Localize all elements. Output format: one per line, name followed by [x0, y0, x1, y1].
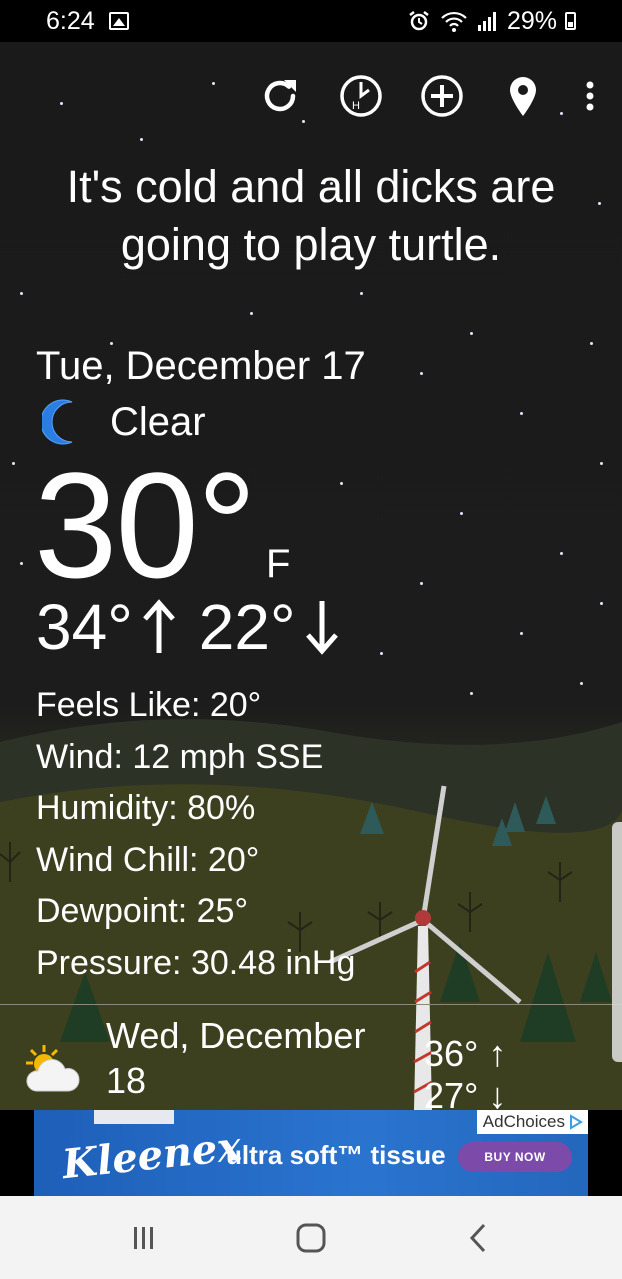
- forecast-date-line2: 18: [106, 1060, 147, 1101]
- system-nav-bar: [0, 1196, 622, 1279]
- dewpoint: Dewpoint: 25°: [36, 892, 249, 930]
- arrow-down-icon: [305, 601, 338, 655]
- buy-now-button[interactable]: BUY NOW: [458, 1142, 572, 1172]
- adchoices-label: AdChoices: [482, 1112, 565, 1131]
- forecast-high: 36°: [424, 1033, 479, 1074]
- forecast-date: Wed, December 18: [106, 1013, 396, 1103]
- forecast-low: 27°: [424, 1075, 479, 1110]
- weather-details: Feels Like: 20° Wind: 12 mph SSE Humidit…: [36, 680, 355, 989]
- temperature-unit: F: [266, 542, 291, 586]
- svg-text:H: H: [352, 100, 360, 112]
- back-icon: [470, 1223, 486, 1252]
- back-button[interactable]: [448, 1208, 508, 1268]
- location-pin-icon[interactable]: [499, 72, 547, 120]
- arrow-up-icon: [142, 599, 175, 653]
- forecast-high-low: 36° ↑ 27° ↓: [424, 1033, 506, 1110]
- forecast-row[interactable]: Wed, December 18 36° ↑ 27° ↓: [0, 1005, 622, 1110]
- edge-panel-handle[interactable]: [612, 822, 622, 1062]
- humidity: Humidity: 80%: [36, 789, 256, 827]
- ad-brand-logo: Kleenex: [60, 1122, 244, 1189]
- battery-icon: [565, 12, 576, 30]
- low-temp: 22°: [198, 591, 296, 663]
- ad-tagline: ultra soft™ tissue: [226, 1140, 446, 1170]
- battery-percent: 29%: [506, 6, 557, 35]
- moon-icon: [42, 399, 73, 445]
- signal-icon: [477, 12, 496, 31]
- recent-apps-button[interactable]: [114, 1208, 174, 1268]
- add-location-icon[interactable]: [418, 72, 466, 120]
- home-icon: [296, 1223, 326, 1252]
- weather-scene: H It's cold and all dicks are going to p…: [0, 42, 622, 1110]
- adchoices-link[interactable]: AdChoices: [476, 1110, 588, 1134]
- refresh-icon[interactable]: [256, 72, 304, 120]
- wifi-icon: [441, 11, 467, 32]
- pressure: Pressure: 30.48 inHg: [36, 943, 356, 982]
- home-button[interactable]: [281, 1208, 341, 1268]
- adchoices-icon: [570, 1114, 583, 1130]
- status-time: 6:24: [46, 6, 95, 35]
- forecast-date-line1: Wed, December: [106, 1015, 366, 1056]
- status-right: 29%: [407, 7, 576, 36]
- high-low: 34° 22°: [36, 590, 340, 664]
- current-date: Tue, December 17: [36, 344, 366, 388]
- tissue-box-graphic: [94, 1110, 174, 1124]
- current-temperature: 30°: [34, 441, 257, 609]
- action-toolbar: H: [256, 72, 600, 120]
- status-bar: 6:24 29%: [0, 0, 622, 42]
- more-vert-icon[interactable]: [580, 72, 600, 120]
- condition-row: Clear: [42, 398, 206, 446]
- weather-quote: It's cold and all dicks are going to pla…: [66, 161, 556, 270]
- history-icon[interactable]: H: [337, 72, 385, 120]
- partly-cloudy-icon: [26, 1045, 80, 1092]
- ad-banner[interactable]: Kleenex ultra soft™ tissue BUY NOW AdCho…: [34, 1110, 588, 1196]
- high-temp: 34°: [36, 591, 133, 663]
- arrow-up-icon: ↑: [488, 1033, 507, 1074]
- ad-container: Kleenex ultra soft™ tissue BUY NOW AdCho…: [0, 1110, 622, 1196]
- arrow-down-icon: ↓: [488, 1075, 507, 1110]
- wind-chill: Wind Chill: 20°: [36, 840, 260, 879]
- condition-text: Clear: [110, 399, 206, 444]
- wind: Wind: 12 mph SSE: [36, 737, 324, 776]
- image-notification-icon: [108, 12, 129, 30]
- recent-apps-icon: [133, 1226, 153, 1249]
- feels-like: Feels Like: 20°: [36, 686, 262, 724]
- alarm-icon: [409, 11, 429, 31]
